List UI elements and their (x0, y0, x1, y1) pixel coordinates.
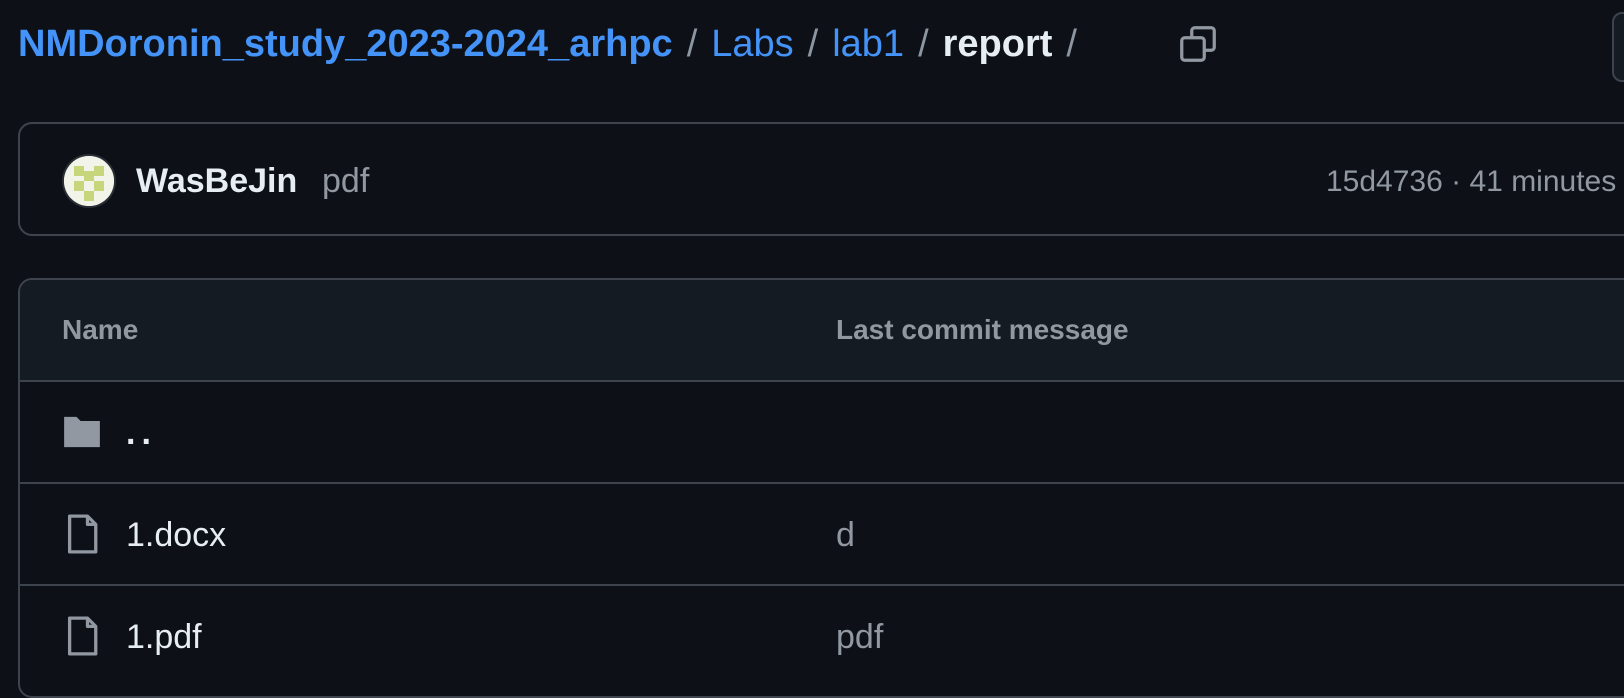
parent-directory-link[interactable]: .. (126, 404, 157, 462)
breadcrumb-repo-link[interactable]: NMDoronin_study_2023-2024_arhpc (18, 16, 673, 72)
meta-separator: · (1451, 165, 1462, 198)
file-icon (67, 514, 98, 554)
breadcrumb-labs-link[interactable]: Labs (711, 16, 793, 72)
column-header-name: Name (62, 314, 139, 345)
row-commit-message[interactable]: pdf (836, 608, 883, 666)
latest-commit-box: WasBeJin pdf 15d4736 · 41 minutes (18, 122, 1624, 236)
file-table: Name Last commit message .. 1.docx d 1.p… (18, 278, 1624, 698)
file-icon (67, 616, 98, 656)
breadcrumb: NMDoronin_study_2023-2024_arhpc / Labs /… (18, 16, 1077, 72)
file-link-pdf[interactable]: 1.pdf (126, 608, 202, 666)
commit-time: 41 minutes (1469, 165, 1617, 198)
table-row[interactable]: 1.pdf pdf (20, 586, 1624, 688)
table-header: Name Last commit message (20, 280, 1624, 382)
breadcrumb-separator: / (807, 23, 819, 65)
table-row[interactable]: .. (20, 382, 1624, 484)
breadcrumb-separator: / (918, 23, 929, 65)
breadcrumb-separator: / (1066, 23, 1077, 65)
folder-icon (64, 416, 100, 448)
file-link-docx[interactable]: 1.docx (126, 506, 226, 564)
breadcrumb-separator: / (686, 23, 698, 65)
breadcrumb-lab1-link[interactable]: lab1 (832, 16, 904, 72)
breadcrumb-current: report (942, 23, 1053, 65)
copy-path-button[interactable] (1172, 18, 1224, 70)
table-row[interactable]: 1.docx d (20, 484, 1624, 586)
commit-author-link[interactable]: WasBeJin (136, 152, 297, 210)
commit-hash-link[interactable]: 15d4736 (1326, 165, 1443, 198)
row-commit-message[interactable]: d (836, 506, 855, 564)
copy-icon (1180, 26, 1216, 62)
avatar[interactable] (64, 156, 114, 206)
overflow-button[interactable] (1612, 12, 1624, 82)
commit-meta: 15d4736 · 41 minutes (1326, 154, 1616, 210)
commit-message-link[interactable]: pdf (322, 152, 369, 210)
column-header-last-commit-message: Last commit message (836, 314, 1129, 345)
identicon-icon (64, 156, 114, 206)
